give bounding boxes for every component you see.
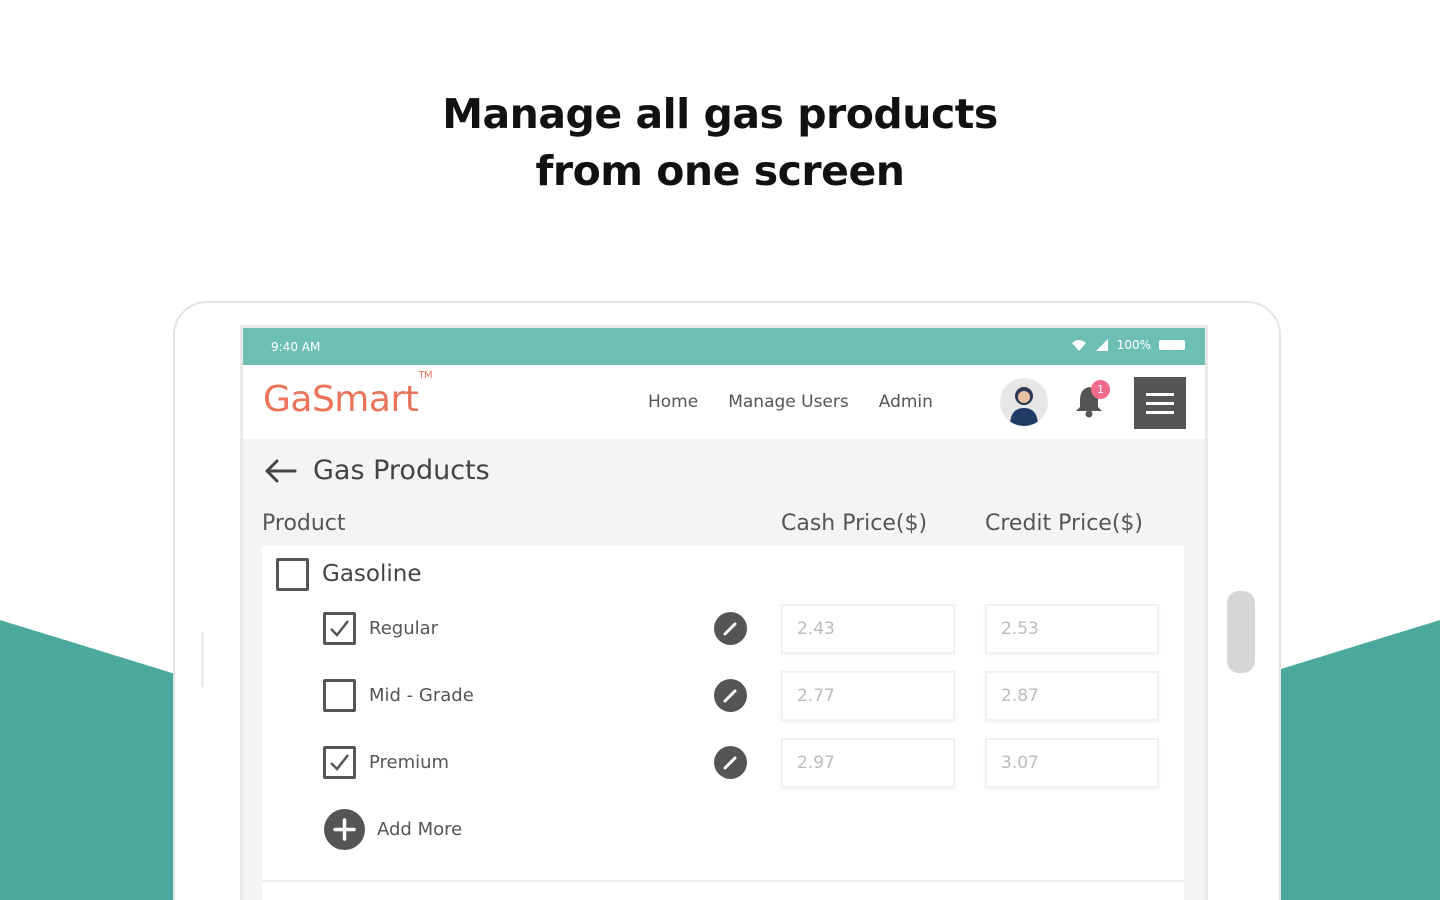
notification-badge: 1	[1091, 380, 1110, 399]
promo-headline: Manage all gas products from one screen	[0, 86, 1440, 200]
edit-regular-button[interactable]	[714, 612, 747, 645]
credit-price-regular[interactable]: 2.53	[985, 604, 1159, 654]
next-card	[262, 880, 1184, 900]
item-label-mid-grade: Mid - Grade	[369, 685, 474, 706]
avatar[interactable]	[1000, 378, 1048, 426]
item-label-premium: Premium	[369, 752, 450, 773]
hamburger-menu-button[interactable]	[1134, 377, 1186, 429]
tablet-home-button	[1227, 591, 1255, 673]
edit-mid-grade-button[interactable]	[714, 679, 747, 712]
cash-price-regular[interactable]: 2.43	[781, 604, 955, 654]
top-navbar: GaSmartTM Home Manage Users Admin 1	[243, 365, 1205, 439]
checkbox-mid-grade[interactable]	[323, 679, 356, 712]
hamburger-menu-icon	[1146, 392, 1174, 396]
add-more-label: Add More	[377, 819, 463, 840]
nav-links: Home Manage Users Admin	[648, 392, 933, 412]
status-bar: 9:40 AM 100%	[243, 328, 1205, 365]
menu-bar	[1146, 401, 1174, 405]
logo-text: GaSmart	[263, 379, 419, 420]
back-arrow-icon[interactable]	[263, 458, 297, 484]
pencil-icon	[723, 756, 737, 770]
nav-link-home[interactable]: Home	[648, 392, 698, 412]
cash-price-mid-grade[interactable]: 2.77	[781, 671, 955, 721]
pencil-icon	[723, 689, 737, 703]
group-label-gasoline: Gasoline	[322, 561, 422, 587]
checkbox-premium[interactable]	[323, 746, 356, 779]
nav-link-admin[interactable]: Admin	[879, 392, 933, 412]
headline-line-2: from one screen	[535, 147, 905, 195]
battery-icon	[1159, 340, 1185, 350]
user-avatar-icon	[1010, 387, 1038, 426]
nav-link-manage-users[interactable]: Manage Users	[728, 392, 849, 412]
edit-premium-button[interactable]	[714, 746, 747, 779]
app-screen: 9:40 AM 100% GaSmartTM Home Manage Users…	[240, 325, 1208, 900]
plus-glyph	[333, 818, 356, 841]
page-header: Gas Products	[263, 455, 490, 486]
headline-line-1: Manage all gas products	[442, 90, 998, 138]
status-time: 9:40 AM	[271, 340, 321, 354]
plus-icon	[324, 809, 365, 850]
pencil-icon	[723, 622, 737, 636]
add-more-button[interactable]: Add More	[324, 809, 462, 850]
credit-price-mid-grade[interactable]: 2.87	[985, 671, 1159, 721]
column-header-credit-price: Credit Price($)	[985, 511, 1143, 536]
checkmark-icon	[330, 754, 349, 771]
teal-background-left	[0, 620, 200, 900]
checkbox-regular[interactable]	[323, 612, 356, 645]
cash-price-premium[interactable]: 2.97	[781, 738, 955, 788]
wifi-icon	[1071, 340, 1086, 351]
credit-price-premium[interactable]: 3.07	[985, 738, 1159, 788]
column-header-product: Product	[262, 511, 346, 536]
status-icons: 100%	[1071, 338, 1185, 352]
page-title: Gas Products	[313, 455, 490, 486]
checkmark-icon	[330, 620, 349, 637]
logo-trademark: TM	[418, 370, 433, 381]
gasmart-logo[interactable]: GaSmartTM	[263, 370, 433, 420]
item-label-regular: Regular	[369, 618, 439, 639]
checkbox-gasoline[interactable]	[276, 558, 309, 591]
battery-percent: 100%	[1116, 338, 1151, 352]
column-header-cash-price: Cash Price($)	[781, 511, 928, 536]
tablet-camera-mark	[201, 632, 204, 687]
menu-bar	[1146, 410, 1174, 414]
signal-icon	[1095, 339, 1108, 351]
